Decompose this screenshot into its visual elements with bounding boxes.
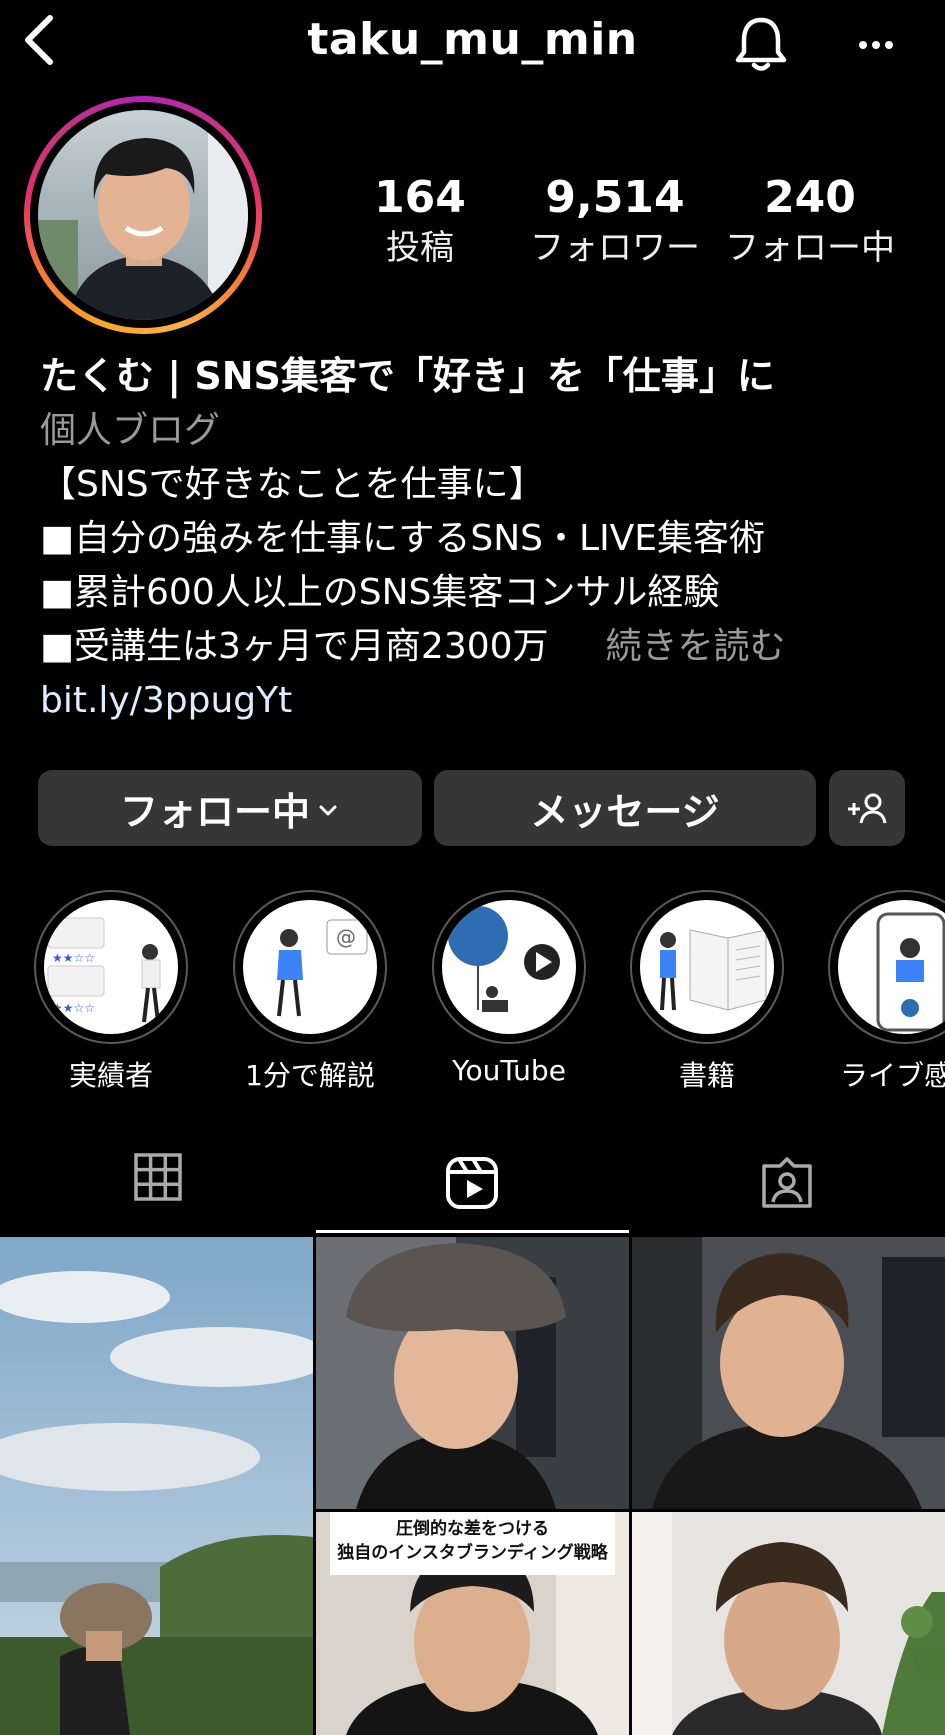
- highlight-label: 1分で解説: [245, 1059, 375, 1092]
- read-more-link[interactable]: 続きを読む: [605, 626, 785, 667]
- chevron-down-icon: [319, 805, 337, 816]
- grid-post[interactable]: [0, 1237, 313, 1735]
- highlight-item[interactable]: @ 1分で解説: [233, 890, 387, 1094]
- stat-posts-count: 164: [374, 172, 466, 223]
- more-horizontal-icon[interactable]: [856, 30, 896, 60]
- bio-line: ■受講生は3ヶ月で月商2300万: [40, 626, 549, 667]
- bell-icon[interactable]: [732, 14, 790, 74]
- highlight-cover: @: [243, 900, 377, 1034]
- add-user-button[interactable]: [829, 770, 905, 846]
- highlight-item[interactable]: YouTube: [432, 890, 586, 1087]
- highlight-cover: ★★☆☆ ★★☆☆: [44, 900, 178, 1034]
- bio-name: たくむ | SNS集客で「好き」を「仕事」に: [40, 354, 775, 398]
- grid-icon[interactable]: [133, 1152, 183, 1202]
- stat-posts-label: 投稿: [386, 228, 454, 268]
- add-user-icon: [848, 793, 887, 824]
- highlight-item[interactable]: ★★☆☆ ★★☆☆ 実績者: [34, 890, 188, 1094]
- grid-post[interactable]: [316, 1237, 629, 1509]
- grid-post[interactable]: [632, 1237, 945, 1509]
- highlight-label: ライブ感: [840, 1059, 945, 1092]
- post-caption-line: 独自のインスタブランディング戦略: [337, 1543, 608, 1563]
- stat-following-label: フォロー中: [725, 228, 895, 268]
- grid-post[interactable]: 圧倒的な差をつける 独自のインスタブランディング戦略: [316, 1512, 629, 1735]
- stat-posts[interactable]: 164 投稿: [360, 170, 480, 270]
- svg-text:★★☆☆: ★★☆☆: [52, 951, 95, 965]
- post-caption-line: 圧倒的な差をつける: [396, 1519, 549, 1539]
- svg-text:@: @: [336, 925, 356, 949]
- highlight-cover: [640, 900, 774, 1034]
- svg-text:★★☆☆: ★★☆☆: [52, 1001, 95, 1015]
- highlight-label: 書籍: [678, 1059, 735, 1092]
- active-tab-indicator: [316, 1230, 629, 1233]
- bio-link[interactable]: bit.ly/3ppugYt: [40, 674, 920, 727]
- avatar-photo: [38, 110, 248, 320]
- tagged-icon[interactable]: [760, 1156, 814, 1210]
- reels-icon[interactable]: [445, 1156, 499, 1210]
- highlight-item[interactable]: 書籍: [630, 890, 784, 1094]
- following-button-label: フォロー中: [119, 789, 310, 834]
- bio-line: ■累計600人以上のSNS集客コンサル経験: [40, 572, 720, 613]
- grid-post[interactable]: [632, 1512, 945, 1735]
- highlight-cover: [838, 900, 945, 1034]
- message-button[interactable]: メッセージ: [434, 770, 816, 846]
- stat-followers-count: 9,514: [545, 172, 685, 223]
- post-caption: 圧倒的な差をつける 独自のインスタブランディング戦略: [330, 1512, 615, 1575]
- avatar[interactable]: [24, 96, 262, 334]
- highlight-label: 実績者: [68, 1059, 153, 1092]
- following-button[interactable]: フォロー中: [38, 770, 422, 846]
- stat-followers-label: フォロワー: [530, 228, 700, 268]
- profile-username: taku_mu_min: [307, 14, 638, 65]
- message-button-label: メッセージ: [530, 789, 720, 834]
- stat-followers[interactable]: 9,514 フォロワー: [520, 170, 710, 270]
- bio-line: ■自分の強みを仕事にするSNS・LIVE集客術: [40, 518, 766, 559]
- bio-line: 【SNSで好きなことを仕事に】: [40, 464, 545, 505]
- bio-last-line: ■受講生は3ヶ月で月商2300万 続きを読む: [40, 620, 920, 673]
- bio-category: 個人ブログ: [40, 410, 221, 451]
- highlight-label: YouTube: [452, 1054, 566, 1087]
- highlight-cover: [442, 900, 576, 1034]
- highlight-item[interactable]: ライブ感: [828, 890, 945, 1094]
- stat-following-count: 240: [764, 172, 856, 223]
- stat-following[interactable]: 240 フォロー中: [720, 170, 900, 270]
